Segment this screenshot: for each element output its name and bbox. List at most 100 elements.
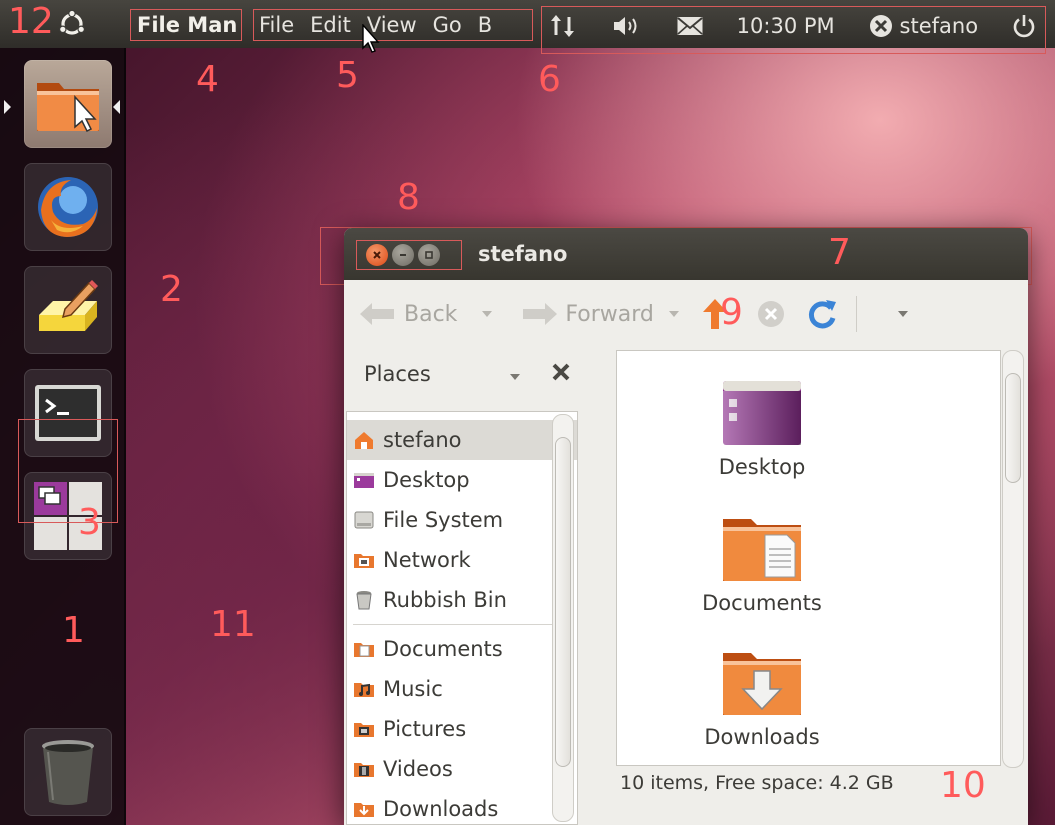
folder-icon bbox=[37, 83, 99, 133]
maximize-button[interactable] bbox=[418, 244, 440, 266]
annotation-6: 6 bbox=[538, 59, 561, 100]
app-title: File Man bbox=[130, 9, 242, 41]
sidebar-item-label: File System bbox=[383, 508, 504, 532]
sidebar-item-stefano[interactable]: stefano bbox=[347, 420, 577, 460]
envelope-icon bbox=[677, 17, 703, 35]
sidebar-item-desktop[interactable]: Desktop bbox=[347, 460, 577, 500]
back-button[interactable]: Back bbox=[358, 301, 457, 327]
launcher-rubbish-bin[interactable] bbox=[24, 728, 112, 816]
forward-history-dropdown[interactable] bbox=[668, 310, 680, 318]
close-icon bbox=[552, 363, 570, 380]
toolbar-overflow-dropdown[interactable] bbox=[897, 310, 909, 318]
dash-button[interactable] bbox=[52, 6, 92, 42]
launcher-group-outline bbox=[18, 419, 118, 523]
file-item-downloads[interactable]: Downloads bbox=[662, 647, 862, 749]
close-pane-button[interactable] bbox=[551, 362, 571, 387]
status-bar: 10 items, Free space: 4.2 GB bbox=[620, 772, 894, 794]
annotation-3: 3 bbox=[78, 502, 101, 543]
icon-view: Desktop Documents Downloads bbox=[616, 350, 1001, 766]
sidebar-item-videos[interactable]: Videos bbox=[347, 749, 577, 789]
user-menu[interactable]: stefano bbox=[868, 13, 978, 39]
annotation-11: 11 bbox=[210, 604, 256, 645]
stop-button[interactable] bbox=[756, 299, 786, 329]
icon-view-scrollbar[interactable] bbox=[1002, 350, 1024, 768]
sidebar-item-network[interactable]: Network bbox=[347, 540, 577, 580]
sidebar-item-label: Desktop bbox=[383, 468, 470, 492]
annotation-5: 5 bbox=[336, 55, 359, 96]
notepad-pencil-icon bbox=[39, 280, 98, 331]
chevron-down-icon bbox=[482, 311, 493, 317]
maximize-icon bbox=[425, 251, 433, 259]
desktop-icon bbox=[354, 473, 374, 488]
sidebar-scrollbar[interactable] bbox=[552, 414, 574, 822]
minimize-icon bbox=[400, 254, 406, 256]
file-manager-window: stefano Back Forward Places stefano Desk… bbox=[344, 228, 1028, 825]
menu-file[interactable]: File bbox=[259, 13, 294, 37]
file-item-label: Downloads bbox=[704, 725, 820, 749]
file-item-desktop[interactable]: Desktop bbox=[662, 379, 862, 479]
network-indicator[interactable] bbox=[548, 11, 578, 41]
drive-icon bbox=[354, 511, 374, 529]
firefox-icon bbox=[38, 177, 98, 237]
places-label: Places bbox=[364, 362, 431, 386]
sidebar-item-downloads[interactable]: Downloads bbox=[347, 789, 577, 824]
file-item-documents[interactable]: Documents bbox=[662, 513, 862, 615]
sidebar-item-documents[interactable]: Documents bbox=[347, 629, 577, 669]
documents-folder-icon bbox=[354, 643, 374, 657]
running-indicator-right bbox=[113, 100, 120, 114]
chevron-down-icon bbox=[509, 374, 520, 380]
chevron-down-icon bbox=[668, 311, 679, 317]
launcher-files[interactable] bbox=[24, 60, 112, 148]
messaging-indicator[interactable] bbox=[676, 15, 704, 37]
downloads-folder-icon bbox=[723, 653, 801, 715]
launcher-text-editor[interactable] bbox=[24, 266, 112, 354]
menu-edit[interactable]: Edit bbox=[310, 13, 351, 37]
top-panel: File Man File Edit View Go B 10:30 PM st… bbox=[0, 0, 1055, 54]
sidebar-item-pictures[interactable]: Pictures bbox=[347, 709, 577, 749]
sidebar-scrollbar-thumb[interactable] bbox=[555, 437, 571, 767]
back-history-dropdown[interactable] bbox=[481, 310, 493, 318]
icon-view-scrollbar-thumb[interactable] bbox=[1005, 373, 1021, 483]
pictures-folder-icon bbox=[354, 723, 374, 737]
close-icon bbox=[373, 251, 381, 259]
reload-button[interactable] bbox=[806, 298, 838, 330]
launcher-firefox[interactable] bbox=[24, 163, 112, 251]
file-item-label: Documents bbox=[702, 591, 822, 615]
annotation-2: 2 bbox=[160, 269, 183, 310]
ubuntu-logo-icon bbox=[59, 9, 86, 35]
close-button[interactable] bbox=[366, 244, 388, 266]
annotation-9: 9 bbox=[720, 292, 743, 333]
forward-button[interactable]: Forward bbox=[519, 301, 654, 327]
documents-folder-icon bbox=[723, 519, 801, 581]
annotation-10: 10 bbox=[940, 765, 986, 806]
trash-icon bbox=[42, 740, 94, 805]
sidebar-item-label: Downloads bbox=[383, 797, 499, 821]
stop-icon bbox=[757, 301, 784, 327]
sidebar-item-music[interactable]: Music bbox=[347, 669, 577, 709]
window-titlebar[interactable]: stefano bbox=[344, 228, 1028, 280]
forward-arrow-icon bbox=[523, 303, 558, 325]
home-folder-icon bbox=[355, 432, 373, 449]
chevron-down-icon bbox=[897, 311, 908, 317]
running-indicator-left bbox=[4, 100, 11, 114]
session-menu[interactable] bbox=[1011, 13, 1037, 39]
sidebar-separator bbox=[353, 624, 571, 625]
sound-indicator[interactable] bbox=[611, 13, 643, 39]
file-item-label: Desktop bbox=[718, 455, 806, 479]
places-dropdown[interactable] bbox=[509, 362, 521, 386]
window-title: stefano bbox=[478, 242, 568, 266]
sidebar-item-file-system[interactable]: File System bbox=[347, 500, 577, 540]
sidebar-item-label: Documents bbox=[383, 637, 503, 661]
sidebar-item-rubbish-bin[interactable]: Rubbish Bin bbox=[347, 580, 577, 620]
clock[interactable]: 10:30 PM bbox=[737, 14, 835, 38]
sidebar-item-label: Pictures bbox=[383, 717, 467, 741]
reload-icon bbox=[808, 300, 836, 329]
menu-go[interactable]: Go bbox=[433, 13, 462, 37]
menu-bookmarks[interactable]: B bbox=[478, 13, 492, 37]
minimize-button[interactable] bbox=[392, 244, 414, 266]
mouse-cursor-icon bbox=[362, 24, 380, 53]
desktop-folder-icon bbox=[723, 381, 801, 445]
annotation-7: 7 bbox=[828, 232, 851, 273]
videos-folder-icon bbox=[354, 763, 374, 777]
sidebar-item-label: Videos bbox=[383, 757, 453, 781]
